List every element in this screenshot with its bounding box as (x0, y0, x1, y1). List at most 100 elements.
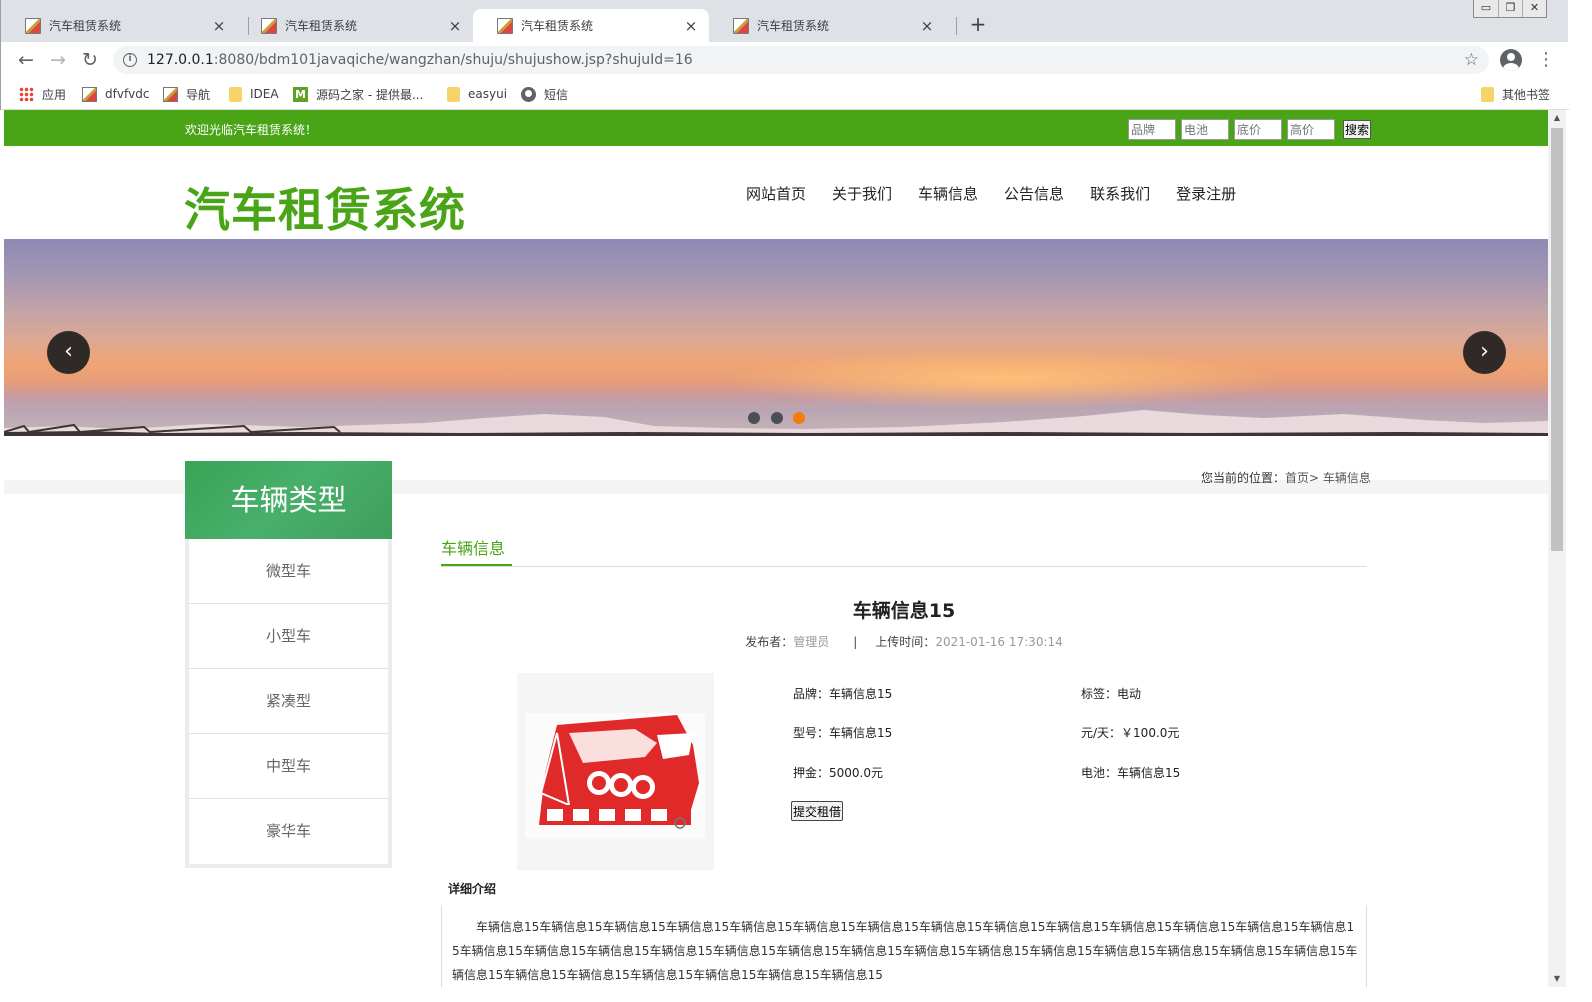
nav-notices[interactable]: 公告信息 (1004, 183, 1064, 204)
site-info-icon[interactable]: i (123, 53, 137, 67)
other-bookmarks[interactable]: 其他书签 (1481, 85, 1550, 103)
tab-separator (956, 17, 957, 35)
tab-bar: 汽车租赁系统 × 汽车租赁系统 × 汽车租赁系统 × 汽车租赁系统 × + ▭ … (1, 0, 1569, 42)
carousel-next-button[interactable]: › (1463, 331, 1506, 374)
restore-icon[interactable]: ❐ (1498, 0, 1522, 17)
breadcrumb-separator: > (1309, 471, 1320, 485)
sidebar-item-small[interactable]: 小型车 (189, 604, 388, 669)
folder-icon (1481, 86, 1494, 102)
browser-menu-icon[interactable]: ⋮ (1537, 48, 1555, 72)
submit-rental-button[interactable]: 提交租借 (791, 801, 844, 821)
bookmark-sms[interactable]: 短信 (521, 85, 568, 103)
vehicle-image (517, 673, 714, 870)
nav-contact[interactable]: 联系我们 (1090, 183, 1150, 204)
page-viewport: 欢迎光临汽车租赁系统！ 搜索 汽车租赁系统 网站首页 关于我们 车辆信息 公告信… (4, 110, 1548, 987)
nav-login-register[interactable]: 登录注册 (1176, 183, 1236, 204)
bookmarks-bar: 应用 dfvfvdc 导航 IDEA M 源码之家 - 提供最... easyu… (1, 78, 1569, 110)
breadcrumb-current: 车辆信息 (1322, 471, 1371, 485)
carousel-dot[interactable] (771, 412, 783, 424)
sidebar: 车辆类型 微型车 小型车 紧凑型 中型车 豪华车 (185, 461, 392, 868)
low-price-input[interactable] (1234, 119, 1282, 140)
sidebar-item-compact[interactable]: 紧凑型 (189, 669, 388, 734)
nav-vehicles[interactable]: 车辆信息 (918, 183, 978, 204)
meta-divider: | (853, 635, 858, 649)
sidebar-list: 微型车 小型车 紧凑型 中型车 豪华车 (185, 539, 392, 868)
bookmark-label: 短信 (544, 87, 569, 102)
browser-tab[interactable]: 汽车租赁系统 × (237, 9, 473, 42)
image-icon (82, 86, 97, 102)
site-top-bar: 欢迎光临汽车租赁系统！ 搜索 (4, 110, 1548, 146)
url-host: 127.0.0.1 (147, 52, 214, 68)
spec-tag: 标签：电动 (1081, 687, 1142, 701)
close-tab-icon[interactable]: × (683, 17, 699, 35)
bookmark-label: IDEA (250, 87, 279, 101)
new-tab-button[interactable]: + (967, 14, 989, 36)
tab-title: 汽车租赁系统 (521, 19, 594, 33)
article-title: 车辆信息15 (852, 600, 956, 622)
high-price-input[interactable] (1287, 119, 1335, 140)
carousel-dot[interactable] (748, 412, 760, 424)
profile-avatar-icon[interactable] (1500, 49, 1522, 71)
apps-grid-icon (19, 86, 34, 102)
close-tab-icon[interactable]: × (447, 17, 463, 35)
browser-tab[interactable]: 汽车租赁系统 × (1, 9, 237, 42)
carousel-dot-active[interactable] (793, 412, 805, 424)
bookmark-dfvfvdc[interactable]: dfvfvdc (82, 85, 149, 103)
bookmark-label: 源码之家 - 提供最... (316, 87, 424, 102)
bookmark-nav[interactable]: 导航 (163, 85, 210, 103)
forward-arrow-icon[interactable]: → (46, 48, 70, 72)
spec-deposit: 押金：5000.0元 (793, 766, 883, 780)
search-button[interactable]: 搜索 (1343, 120, 1372, 139)
bookmark-idea[interactable]: IDEA (229, 85, 279, 103)
close-tab-icon[interactable]: × (919, 17, 935, 35)
main-nav: 网站首页 关于我们 车辆信息 公告信息 联系我们 登录注册 (746, 183, 1262, 204)
bookmark-apps[interactable]: 应用 (19, 85, 66, 103)
article-meta: 发布者：管理员 | 上传时间：2021-01-16 17:30:14 (441, 633, 1367, 650)
sidebar-item-midsize[interactable]: 中型车 (189, 734, 388, 799)
spec-battery: 电池：车辆信息15 (1081, 766, 1181, 780)
nav-about[interactable]: 关于我们 (832, 183, 892, 204)
bookmark-star-icon[interactable]: ☆ (1464, 50, 1479, 70)
battery-search-input[interactable] (1181, 119, 1229, 140)
close-tab-icon[interactable]: × (211, 17, 227, 35)
carousel-prev-button[interactable]: ‹ (47, 331, 90, 374)
folder-icon (447, 86, 460, 102)
search-form: 搜索 (1128, 119, 1372, 140)
breadcrumb-home-link[interactable]: 首页 (1285, 471, 1309, 485)
bookmark-label: 导航 (186, 87, 211, 102)
page-scrollbar[interactable]: ▲ ▼ (1548, 110, 1566, 987)
detail-label: 详细介绍 (448, 882, 497, 896)
reload-icon[interactable]: ↻ (78, 48, 102, 72)
page-favicon-icon (25, 17, 41, 34)
bookmark-label: dfvfvdc (105, 87, 150, 101)
scroll-down-arrow-icon[interactable]: ▼ (1548, 971, 1566, 987)
window-controls: ▭ ❐ ✕ (1473, 0, 1547, 18)
section-header: 车辆信息 (441, 534, 1367, 567)
browser-tab[interactable]: 汽车租赁系统 × (709, 9, 945, 42)
sidebar-item-luxury[interactable]: 豪华车 (189, 799, 388, 864)
tab-title: 汽车租赁系统 (757, 19, 830, 33)
browser-chrome: 汽车租赁系统 × 汽车租赁系统 × 汽车租赁系统 × 汽车租赁系统 × + ▭ … (0, 0, 1569, 110)
m-logo-icon: M (293, 86, 308, 102)
publisher-label: 发布者： (745, 635, 794, 649)
bookmark-easyui[interactable]: easyui (447, 85, 507, 103)
globe-icon (521, 86, 536, 102)
scroll-up-arrow-icon[interactable]: ▲ (1548, 110, 1566, 126)
spec-daily-price: 元/天：￥100.0元 (1081, 726, 1180, 740)
url-path: :8080/bdm101javaqiche/wangzhan/shuju/shu… (213, 52, 693, 68)
back-arrow-icon[interactable]: ← (14, 48, 38, 72)
bookmark-yuanma[interactable]: M 源码之家 - 提供最... (293, 85, 423, 103)
close-window-icon[interactable]: ✕ (1522, 0, 1546, 17)
url-text[interactable]: 127.0.0.1:8080/bdm101javaqiche/wangzhan/… (147, 52, 693, 68)
nav-home[interactable]: 网站首页 (746, 183, 806, 204)
address-bar[interactable]: i 127.0.0.1:8080/bdm101javaqiche/wangzha… (113, 46, 1489, 74)
scrollbar-thumb[interactable] (1551, 128, 1563, 551)
browser-toolbar: ← → ↻ i 127.0.0.1:8080/bdm101javaqiche/w… (1, 42, 1569, 78)
site-title: 汽车租赁系统 (184, 183, 466, 237)
sidebar-item-mini[interactable]: 微型车 (189, 539, 388, 604)
brand-search-input[interactable] (1128, 119, 1176, 140)
browser-tab-active[interactable]: 汽车租赁系统 × (473, 9, 709, 42)
tab-title: 汽车租赁系统 (49, 19, 122, 33)
banner-carousel: ‹ › (4, 239, 1548, 436)
minimize-icon[interactable]: ▭ (1474, 0, 1498, 17)
